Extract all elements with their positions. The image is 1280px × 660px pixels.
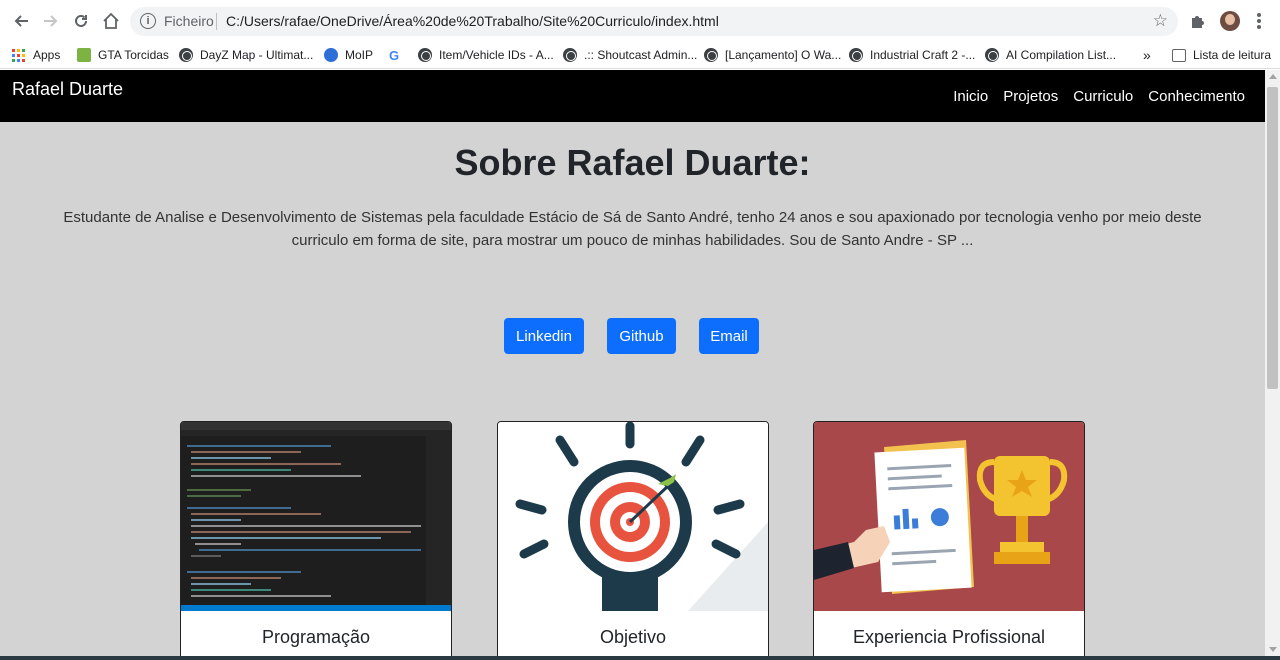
bookmark-shoutcast-admin[interactable]: .:: Shoutcast Admin... <box>563 46 697 64</box>
apps-grid-icon <box>12 48 25 62</box>
bookmark-label: .:: Shoutcast Admin... <box>584 48 698 62</box>
page-scrollbar[interactable] <box>1265 70 1280 660</box>
nav-link-curriculo[interactable]: Curriculo <box>1073 88 1133 105</box>
reading-list-icon <box>1172 48 1186 62</box>
bookmark-label: AI Compilation List... <box>1006 48 1117 62</box>
bookmark-moip[interactable]: MoIP <box>324 46 373 64</box>
email-button[interactable]: Email <box>699 318 759 354</box>
nav-link-conhecimento[interactable]: Conhecimento <box>1148 88 1245 105</box>
home-icon[interactable] <box>100 10 122 32</box>
globe-icon <box>563 48 577 62</box>
globe-icon <box>179 48 193 62</box>
profile-avatar[interactable] <box>1220 11 1240 31</box>
scheme-label: Ficheiro <box>164 13 214 29</box>
google-icon: G <box>389 47 400 63</box>
github-button[interactable]: Github <box>607 318 676 354</box>
gta-icon <box>77 48 91 62</box>
more-bookmarks-button[interactable]: » <box>1143 46 1151 64</box>
forward-icon[interactable] <box>40 10 62 32</box>
info-icon[interactable]: i <box>140 13 156 29</box>
moip-icon <box>324 48 338 62</box>
bookmark-gta-torcidas[interactable]: GTA Torcidas <box>77 46 169 64</box>
linkedin-button[interactable]: Linkedin <box>504 318 584 354</box>
about-text: Estudante de Analise e Desenvolvimento d… <box>63 209 1202 249</box>
bookmark-label: Item/Vehicle IDs - A... <box>439 48 554 62</box>
bookmark-item-vehicle-ids[interactable]: Item/Vehicle IDs - A... <box>418 46 554 64</box>
globe-icon <box>985 48 999 62</box>
scroll-up-icon[interactable] <box>1269 74 1277 79</box>
bookmark-lancamento[interactable]: [Lançamento] O Wa... <box>704 46 841 64</box>
site-brand[interactable]: Rafael Duarte <box>12 79 123 100</box>
site-nav-links: Inicio Projetos Curriculo Conhecimento <box>953 88 1245 105</box>
card-objetivo[interactable]: Objetivo <box>497 421 769 660</box>
bookmark-label: DayZ Map - Ultimat... <box>200 48 314 62</box>
bookmarks-bar: Apps GTA Torcidas DayZ Map - Ultimat... … <box>0 42 1280 69</box>
card-title: Objetivo <box>599 627 667 647</box>
scrollbar-thumb[interactable] <box>1267 87 1278 389</box>
target-lightbulb-illustration <box>498 422 768 611</box>
bookmark-ai-compilation[interactable]: AI Compilation List... <box>985 46 1116 64</box>
browser-toolbar: i Ficheiro C:/Users/rafae/OneDrive/Área%… <box>0 0 1280 42</box>
bookmark-apps[interactable]: Apps <box>12 46 60 64</box>
bookmark-google[interactable]: G <box>389 46 399 64</box>
document-trophy-illustration <box>814 422 1084 611</box>
card-title: Programação <box>261 627 371 647</box>
nav-link-projetos[interactable]: Projetos <box>1003 88 1058 105</box>
reload-icon[interactable] <box>70 10 92 32</box>
card-experiencia[interactable]: Experiencia Profissional <box>813 421 1085 660</box>
bookmark-label: [Lançamento] O Wa... <box>725 48 842 62</box>
reading-list-label: Lista de leitura <box>1193 48 1272 62</box>
address-bar[interactable]: i Ficheiro C:/Users/rafae/OneDrive/Área%… <box>130 7 1178 36</box>
card-title: Experiencia Profissional <box>852 627 1046 647</box>
bookmark-dayz-map[interactable]: DayZ Map - Ultimat... <box>179 46 313 64</box>
page-title: Sobre Rafael Duarte: <box>454 142 811 183</box>
url-text[interactable]: C:/Users/rafae/OneDrive/Área%20de%20Trab… <box>226 13 719 29</box>
taskbar-edge <box>0 656 1280 660</box>
bookmark-industrial-craft[interactable]: Industrial Craft 2 -... <box>849 46 975 64</box>
scroll-down-icon[interactable] <box>1269 647 1277 652</box>
extensions-puzzle-icon[interactable] <box>1189 12 1207 30</box>
back-icon[interactable] <box>10 10 32 32</box>
bookmark-label: GTA Torcidas <box>98 48 169 62</box>
globe-icon <box>704 48 718 62</box>
bookmark-label: MoIP <box>345 48 374 62</box>
bookmark-label: Industrial Craft 2 -... <box>870 48 976 62</box>
bookmark-label: Apps <box>33 48 61 62</box>
page-viewport: Rafael Duarte Inicio Projetos Curriculo … <box>0 70 1265 660</box>
divider <box>216 13 217 30</box>
bookmark-star-icon[interactable]: ☆ <box>1153 11 1168 31</box>
reading-list-button[interactable]: Lista de leitura <box>1172 46 1271 64</box>
site-navbar: Rafael Duarte Inicio Projetos Curriculo … <box>0 70 1265 122</box>
globe-icon <box>849 48 863 62</box>
code-editor-screenshot <box>181 422 451 611</box>
nav-link-inicio[interactable]: Inicio <box>953 88 988 105</box>
browser-menu-icon[interactable] <box>1252 11 1266 31</box>
globe-icon <box>418 48 432 62</box>
card-programacao[interactable]: Programação <box>180 421 452 660</box>
